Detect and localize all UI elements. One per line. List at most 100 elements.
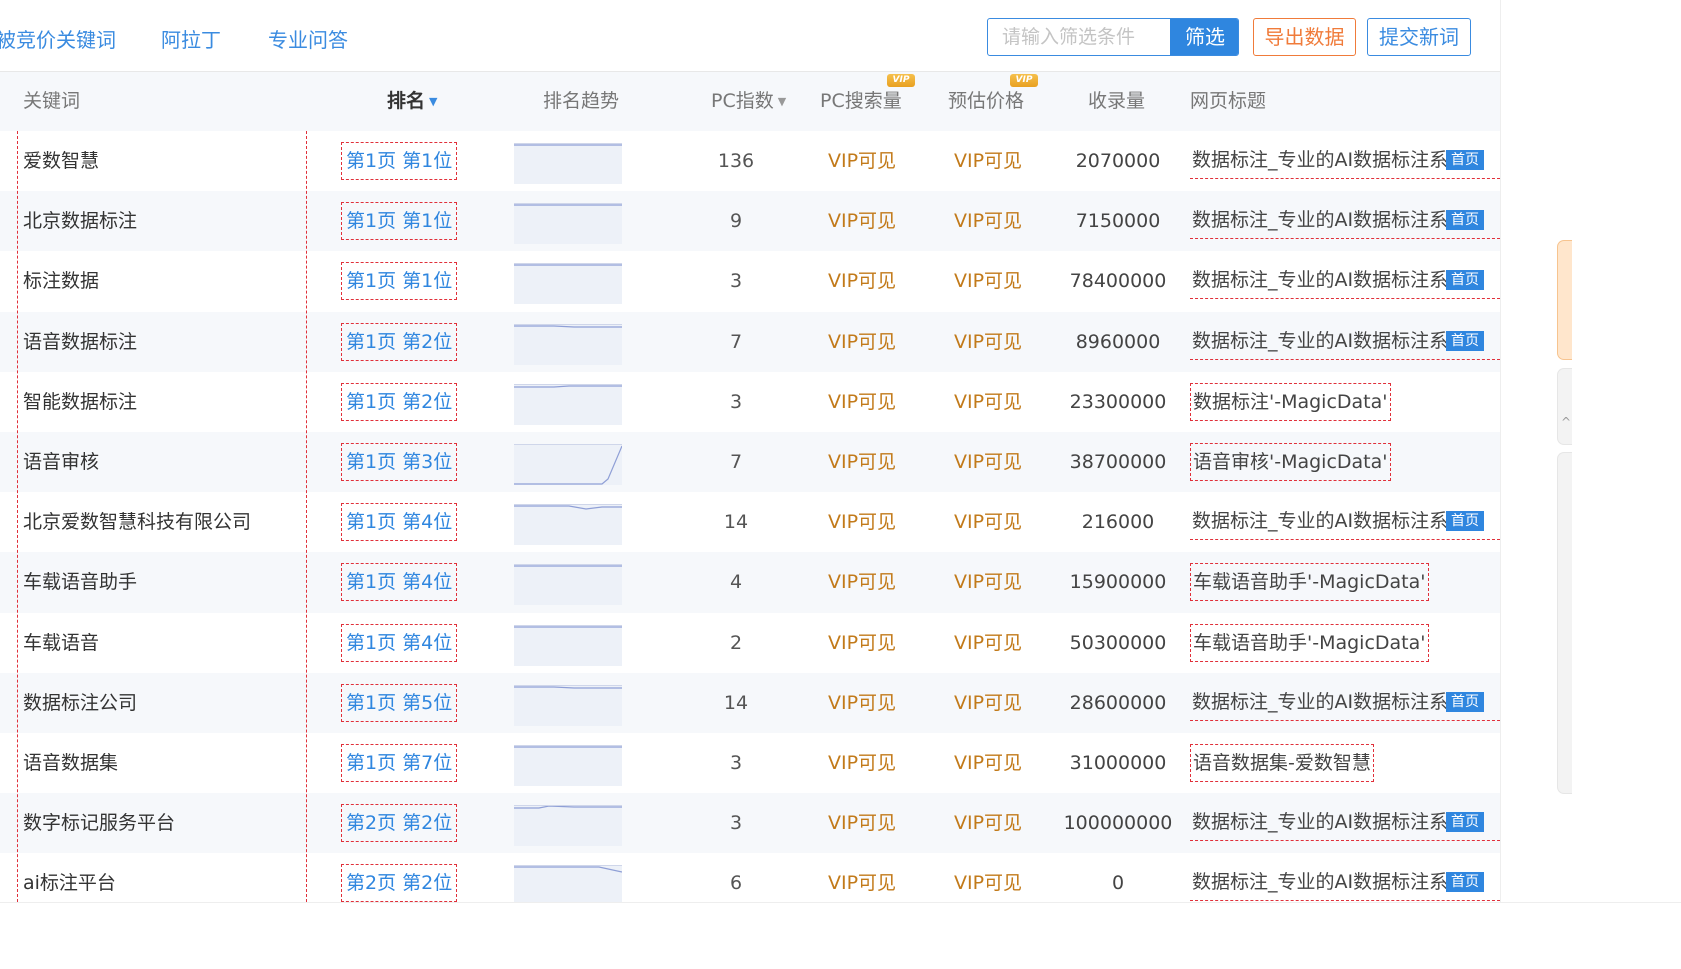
rank-link[interactable]: 第1页 第4位	[341, 563, 458, 602]
sparkline-svg	[514, 445, 622, 485]
table-row[interactable]: 数据标注公司 第1页 第5位 14 VIP可见 VIP可见 28600000 数…	[0, 672, 1500, 733]
sparkline-svg	[514, 746, 622, 748]
est-price-vip-cell[interactable]: VIP可见	[941, 191, 1035, 251]
header-pc-index-label: PC指数	[711, 90, 774, 112]
rank-trend-sparkline[interactable]	[514, 865, 622, 902]
rank-trend-sparkline[interactable]	[514, 383, 622, 425]
chevron-up-icon[interactable]: ^	[1561, 415, 1571, 429]
pc-search-vip-cell[interactable]: VIP可见	[815, 191, 909, 251]
filter-button[interactable]: 筛选	[1170, 19, 1238, 55]
submit-new-keyword-button[interactable]: 提交新词	[1367, 18, 1471, 56]
sparkline-svg	[514, 204, 622, 206]
keyword-cell: 语音数据标注	[23, 330, 138, 353]
pc-search-vip-cell[interactable]: VIP可见	[815, 552, 909, 612]
rank-trend-sparkline[interactable]	[514, 564, 622, 606]
rank-trend-sparkline[interactable]	[514, 504, 622, 546]
nav-link-pro-qa[interactable]: 专业问答	[268, 24, 348, 53]
rank-trend-sparkline[interactable]	[514, 744, 622, 786]
est-price-vip-cell[interactable]: VIP可见	[941, 793, 1035, 853]
table-row[interactable]: 标注数据 第1页 第1位 3 VIP可见 VIP可见 78400000 数据标注…	[0, 251, 1500, 311]
pc-search-vip-cell[interactable]: VIP可见	[815, 131, 909, 191]
est-price-vip-cell[interactable]: VIP可见	[941, 853, 1035, 902]
rank-link[interactable]: 第1页 第2位	[341, 382, 458, 421]
home-page-badge: 首页	[1446, 330, 1484, 351]
header-pc-index[interactable]: PC指数 ▼	[711, 72, 786, 131]
table-row[interactable]: 语音数据标注 第1页 第2位 7 VIP可见 VIP可见 8960000 数据标…	[0, 311, 1500, 372]
pc-search-vip-cell[interactable]: VIP可见	[815, 673, 909, 733]
pc-index-cell: 6	[729, 872, 743, 895]
pc-search-vip-cell[interactable]: VIP可见	[815, 613, 909, 673]
rank-trend-sparkline[interactable]	[514, 684, 622, 726]
page-title-link[interactable]: 车载语音助手'-MagicData'	[1190, 563, 1429, 602]
pc-search-vip-cell[interactable]: VIP可见	[815, 853, 909, 902]
table-row[interactable]: 北京数据标注 第1页 第1位 9 VIP可见 VIP可见 7150000 数据标…	[0, 191, 1500, 252]
table-row[interactable]: 车载语音 第1页 第4位 2 VIP可见 VIP可见 50300000 车载语音…	[0, 613, 1500, 673]
est-price-vip-cell[interactable]: VIP可见	[941, 372, 1035, 432]
est-price-vip-cell[interactable]: VIP可见	[941, 613, 1035, 673]
pc-search-vip-cell[interactable]: VIP可见	[815, 492, 909, 552]
rank-trend-sparkline[interactable]	[514, 203, 622, 245]
rank-trend-sparkline[interactable]	[514, 263, 622, 305]
top-toolbar: 被竞价关键词 阿拉丁 专业问答 筛选 导出数据 提交新词	[0, 0, 1500, 72]
side-tab-orange[interactable]	[1557, 240, 1572, 360]
dashed-guide-line	[306, 131, 307, 902]
rank-trend-sparkline[interactable]	[514, 323, 622, 365]
sort-caret-icon[interactable]: ▼	[778, 95, 786, 108]
indexed-count-cell: 78400000	[1069, 270, 1167, 293]
est-price-vip-cell[interactable]: VIP可见	[941, 492, 1035, 552]
rank-link[interactable]: 第2页 第2位	[341, 864, 458, 902]
side-tab[interactable]	[1557, 452, 1572, 794]
rank-link[interactable]: 第1页 第7位	[341, 743, 458, 782]
est-price-vip-cell[interactable]: VIP可见	[941, 131, 1035, 191]
table-row[interactable]: 数字标记服务平台 第2页 第2位 3 VIP可见 VIP可见 100000000…	[0, 793, 1500, 854]
header-page-title: 网页标题	[1190, 90, 1267, 112]
nav-link-aladdin[interactable]: 阿拉丁	[161, 24, 221, 53]
est-price-vip-cell[interactable]: VIP可见	[941, 673, 1035, 733]
table-row[interactable]: ai标注平台 第2页 第2位 6 VIP可见 VIP可见 0 数据标注_专业的A…	[0, 853, 1500, 902]
est-price-vip-cell[interactable]: VIP可见	[941, 251, 1035, 311]
page-title-link[interactable]: 语音数据集-爱数智慧	[1190, 743, 1374, 782]
indexed-count-cell: 31000000	[1069, 751, 1167, 774]
pc-search-vip-cell[interactable]: VIP可见	[815, 733, 909, 793]
page-title-link[interactable]: 车载语音助手'-MagicData'	[1190, 623, 1429, 662]
rank-link[interactable]: 第1页 第2位	[341, 322, 458, 361]
rank-link[interactable]: 第1页 第4位	[341, 503, 458, 542]
rank-link[interactable]: 第1页 第3位	[341, 442, 458, 481]
rank-trend-sparkline[interactable]	[514, 143, 622, 184]
side-tab[interactable]	[1557, 368, 1572, 445]
filter-input[interactable]	[988, 19, 1170, 55]
rank-trend-sparkline[interactable]	[514, 624, 622, 666]
indexed-count-cell: 7150000	[1075, 210, 1161, 233]
rank-link[interactable]: 第1页 第5位	[341, 683, 458, 722]
sort-caret-icon[interactable]: ▼	[429, 95, 437, 108]
table-row[interactable]: 智能数据标注 第1页 第2位 3 VIP可见 VIP可见 23300000 数据…	[0, 372, 1500, 432]
pc-search-vip-cell[interactable]: VIP可见	[815, 793, 909, 853]
est-price-vip-cell[interactable]: VIP可见	[941, 733, 1035, 793]
rank-trend-sparkline[interactable]	[514, 805, 622, 847]
page-title-link[interactable]: 语音审核'-MagicData'	[1190, 442, 1391, 481]
table-row[interactable]: 北京爱数智慧科技有限公司 第1页 第4位 14 VIP可见 VIP可见 2160…	[0, 492, 1500, 552]
rank-link[interactable]: 第2页 第2位	[341, 804, 458, 843]
pc-search-vip-cell[interactable]: VIP可见	[815, 251, 909, 311]
est-price-vip-cell[interactable]: VIP可见	[941, 432, 1035, 492]
table-row[interactable]: 语音数据集 第1页 第7位 3 VIP可见 VIP可见 31000000 语音数…	[0, 733, 1500, 793]
pc-search-vip-cell[interactable]: VIP可见	[815, 312, 909, 372]
nav-link-bid-keywords[interactable]: 被竞价关键词	[0, 24, 116, 53]
export-data-button[interactable]: 导出数据	[1253, 18, 1356, 56]
table-row[interactable]: 车载语音助手 第1页 第4位 4 VIP可见 VIP可见 15900000 车载…	[0, 552, 1500, 613]
rank-link[interactable]: 第1页 第1位	[341, 142, 458, 180]
pc-search-vip-cell[interactable]: VIP可见	[815, 372, 909, 432]
table-row[interactable]: 爱数智慧 第1页 第1位 136 VIP可见 VIP可见 2070000 数据标…	[0, 131, 1500, 191]
table-row[interactable]: 语音审核 第1页 第3位 7 VIP可见 VIP可见 38700000 语音审核…	[0, 431, 1500, 493]
est-price-vip-cell[interactable]: VIP可见	[941, 312, 1035, 372]
indexed-count-cell: 50300000	[1069, 631, 1167, 654]
rank-link[interactable]: 第1页 第1位	[341, 262, 458, 301]
header-rank[interactable]: 排名 ▼	[387, 72, 437, 131]
indexed-count-cell: 28600000	[1069, 691, 1167, 714]
rank-trend-sparkline[interactable]	[514, 443, 622, 485]
page-title-link[interactable]: 数据标注'-MagicData'	[1190, 382, 1391, 421]
pc-search-vip-cell[interactable]: VIP可见	[815, 432, 909, 492]
est-price-vip-cell[interactable]: VIP可见	[941, 552, 1035, 612]
rank-link[interactable]: 第1页 第1位	[341, 202, 458, 241]
rank-link[interactable]: 第1页 第4位	[341, 623, 458, 662]
